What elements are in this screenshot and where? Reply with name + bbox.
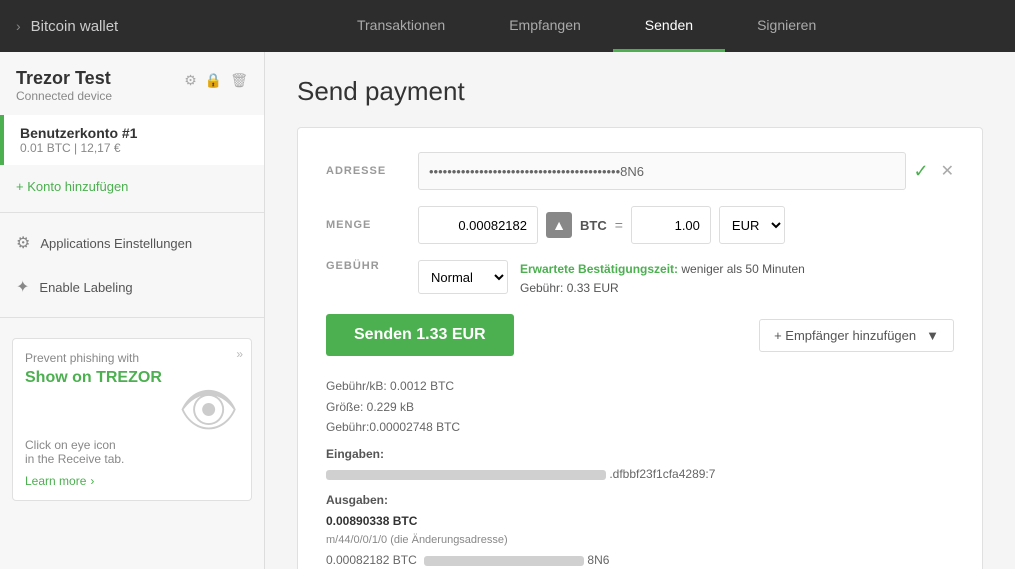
- fee-row: GEBÜHR Low Normal High Erwartete Bestäti…: [326, 260, 954, 298]
- eye-icon: 👁: [178, 381, 239, 438]
- sidebar-header: Trezor Test Connected device ⚙ 🔒 🗑: [0, 52, 264, 111]
- input-address: .dfbbf23f1cfa4289:7: [326, 464, 954, 484]
- add-recipient-label: + Empfänger hinzufügen: [774, 328, 916, 343]
- amount-wrap: ▲ BTC = EUR USD CHF: [418, 206, 785, 244]
- sidebar-title-area: Trezor Test Connected device: [16, 68, 112, 103]
- currency-select[interactable]: EUR USD CHF: [719, 206, 785, 244]
- lock-icon[interactable]: 🔒: [205, 72, 222, 89]
- address-label: ADRESSE: [326, 165, 406, 177]
- phishing-prevent-text: Prevent phishing with: [25, 351, 239, 365]
- output2-end: 8N6: [587, 553, 609, 567]
- fee-btc-text: Gebühr:0.00002748 BTC: [326, 417, 954, 437]
- address-row: ADRESSE ✓ ✕: [326, 152, 954, 190]
- page-title: Send payment: [297, 76, 983, 107]
- tab-transaktionen[interactable]: Transaktionen: [325, 0, 477, 52]
- main-layout: Trezor Test Connected device ⚙ 🔒 🗑 Benut…: [0, 52, 1015, 569]
- content-area: Send payment ADRESSE ✓ ✕ MENGE ▲ BTC =: [265, 52, 1015, 569]
- sidebar-divider-1: [0, 212, 264, 213]
- output2-address-redacted: [424, 556, 584, 566]
- fee-amount: Gebühr: 0.33 EUR: [520, 281, 619, 295]
- fee-label: GEBÜHR: [326, 260, 406, 272]
- account-name: Benutzerkonto #1: [20, 125, 248, 141]
- transaction-details: Gebühr/kB: 0.0012 BTC Größe: 0.229 kB Ge…: [326, 376, 954, 569]
- address-input-wrap: ✓: [418, 152, 929, 190]
- btc-currency-label: BTC: [580, 218, 607, 233]
- phishing-description: Click on eye iconin the Receive tab.: [25, 438, 239, 466]
- fiat-amount-input[interactable]: [631, 206, 711, 244]
- sidebar-item-labeling-label: Enable Labeling: [39, 280, 132, 295]
- nav-tabs: Transaktionen Empfangen Senden Signieren: [158, 0, 1015, 52]
- gear-icon: ⚙: [16, 233, 30, 253]
- phishing-card-arrow-icon: »: [236, 347, 243, 361]
- sidebar-action-icons: ⚙ 🔒 🗑: [184, 68, 248, 89]
- add-account-button[interactable]: + Konto hinzufügen: [0, 169, 264, 204]
- amount-label: MENGE: [326, 219, 406, 231]
- equals-sign: =: [615, 217, 623, 233]
- output2-amount: 0.00082182 BTC 8N6: [326, 550, 954, 569]
- amount-row: MENGE ▲ BTC = EUR USD CHF: [326, 206, 954, 244]
- nav-logo-text: Bitcoin wallet: [31, 18, 119, 35]
- fee-level-select[interactable]: Low Normal High: [418, 260, 508, 294]
- amount-up-button[interactable]: ▲: [546, 212, 572, 238]
- size-text: Größe: 0.229 kB: [326, 397, 954, 417]
- sidebar-item-labeling[interactable]: ✦ Enable Labeling: [0, 265, 264, 309]
- inputs-heading: Eingaben:: [326, 444, 954, 464]
- send-row: Senden 1.33 EUR + Empfänger hinzufügen ▼: [326, 314, 954, 356]
- learn-more-link[interactable]: Learn more ›: [25, 474, 94, 488]
- btc-amount-input[interactable]: [418, 206, 538, 244]
- top-navigation: › Bitcoin wallet Transaktionen Empfangen…: [0, 0, 1015, 52]
- sidebar-item-app-settings[interactable]: ⚙ Applications Einstellungen: [0, 221, 264, 265]
- address-clear-icon[interactable]: ✕: [941, 161, 954, 181]
- sidebar-subtitle: Connected device: [16, 89, 112, 103]
- nav-chevron-icon: ›: [16, 18, 21, 34]
- settings-icon[interactable]: ⚙: [184, 72, 197, 89]
- chevron-right-icon: ›: [90, 474, 94, 488]
- fee-wrap: Low Normal High Erwartete Bestätigungsze…: [418, 260, 805, 298]
- sidebar-title: Trezor Test: [16, 68, 112, 89]
- delete-icon[interactable]: 🗑: [230, 72, 248, 89]
- add-recipient-button[interactable]: + Empfänger hinzufügen ▼: [759, 319, 954, 352]
- send-button[interactable]: Senden 1.33 EUR: [326, 314, 514, 356]
- dropdown-arrow-icon: ▼: [926, 328, 939, 343]
- sidebar: Trezor Test Connected device ⚙ 🔒 🗑 Benut…: [0, 52, 265, 569]
- sidebar-item-app-settings-label: Applications Einstellungen: [40, 236, 192, 251]
- confirmation-label: Erwartete Bestätigungszeit:: [520, 262, 678, 276]
- tab-empfangen[interactable]: Empfangen: [477, 0, 613, 52]
- tab-signieren[interactable]: Signieren: [725, 0, 848, 52]
- account-item[interactable]: Benutzerkonto #1 0.01 BTC | 12,17 €: [0, 115, 264, 165]
- logo-area: › Bitcoin wallet: [16, 18, 118, 35]
- input-address-redacted: [326, 470, 606, 480]
- outputs-heading: Ausgaben:: [326, 490, 954, 510]
- tag-icon: ✦: [16, 277, 29, 297]
- input-address-end: .dfbbf23f1cfa4289:7: [609, 467, 715, 481]
- send-payment-form: ADRESSE ✓ ✕ MENGE ▲ BTC = EUR: [297, 127, 983, 569]
- address-valid-icon: ✓: [914, 161, 929, 182]
- phishing-card: » Prevent phishing with Show on TREZOR 👁…: [12, 338, 252, 501]
- fee-kb-text: Gebühr/kB: 0.0012 BTC: [326, 376, 954, 396]
- tab-senden[interactable]: Senden: [613, 0, 725, 52]
- address-input[interactable]: [418, 152, 906, 190]
- sidebar-divider-2: [0, 317, 264, 318]
- fee-info: Erwartete Bestätigungszeit: weniger als …: [520, 260, 805, 298]
- account-balance: 0.01 BTC | 12,17 €: [20, 141, 248, 155]
- output1-path: m/44/0/0/1/0 (die Änderungsadresse): [326, 531, 954, 550]
- output1-amount: 0.00890338 BTC: [326, 511, 954, 531]
